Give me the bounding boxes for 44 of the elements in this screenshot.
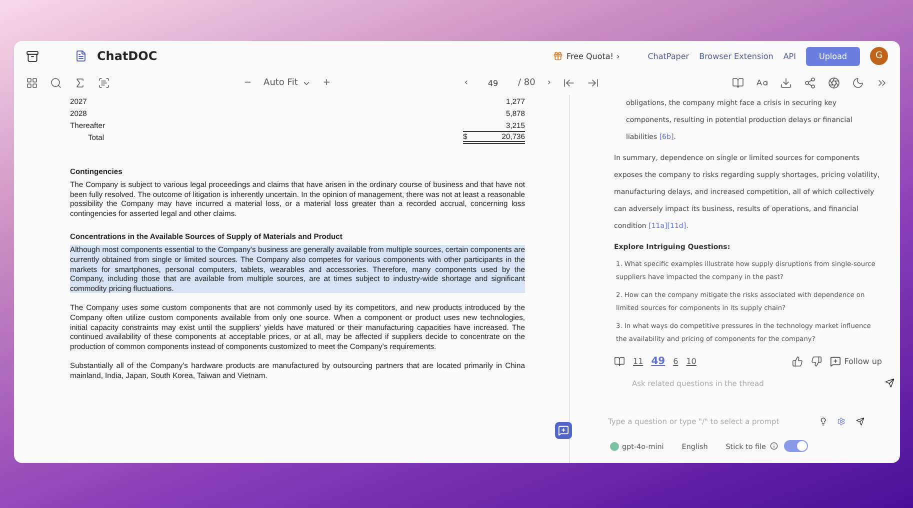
logo-icon — [75, 50, 87, 62]
book-icon[interactable] — [732, 77, 744, 89]
settings-icon[interactable] — [837, 416, 846, 426]
nav-link[interactable]: ChatPaper — [648, 52, 690, 60]
jump-end-icon[interactable] — [586, 77, 599, 89]
page-total: / 80 — [518, 78, 536, 88]
thumbs-down-icon[interactable] — [811, 356, 822, 367]
info-icon — [770, 442, 778, 450]
nav-link[interactable]: API — [783, 52, 796, 60]
pages-icon[interactable] — [614, 356, 625, 367]
page-reference-link[interactable]: 49 — [651, 353, 666, 370]
user-avatar[interactable]: G — [870, 47, 888, 65]
collapse-icon[interactable] — [876, 77, 888, 89]
archive-icon[interactable] — [26, 50, 39, 62]
chat-bubble-icon[interactable] — [555, 422, 572, 439]
gift-icon — [553, 51, 564, 61]
grid-icon[interactable] — [26, 77, 38, 89]
app-logo: ChatDOC — [97, 49, 158, 63]
formula-icon[interactable] — [74, 77, 86, 89]
scan-icon[interactable] — [98, 77, 110, 89]
jump-start-icon[interactable] — [562, 77, 575, 89]
follow-up-button[interactable]: Follow up — [830, 356, 882, 367]
free-quota-link[interactable]: Free Quota! › — [553, 51, 620, 61]
share-icon[interactable] — [804, 77, 816, 89]
page-reference-link[interactable]: 6 — [673, 353, 678, 370]
upload-button[interactable]: Upload — [806, 46, 860, 66]
download-icon[interactable] — [780, 77, 792, 89]
lightbulb-icon[interactable] — [818, 416, 828, 426]
zoom-in-button[interactable]: + — [322, 78, 330, 88]
stick-to-file-toggle[interactable] — [784, 440, 808, 452]
zoom-out-button[interactable]: − — [244, 78, 252, 88]
moon-icon[interactable] — [852, 77, 864, 89]
search-icon[interactable] — [50, 77, 62, 89]
zoom-select[interactable]: Auto Fit — [264, 78, 311, 88]
page-reference-link[interactable]: 11 — [633, 353, 644, 370]
thumbs-up-icon[interactable] — [792, 356, 804, 367]
next-page-button[interactable]: › — [547, 78, 551, 88]
nav-link[interactable]: Browser Extension — [699, 52, 774, 60]
send-icon[interactable] — [884, 378, 894, 388]
previous-page-button[interactable]: ‹ — [464, 78, 468, 88]
page-reference-link[interactable]: 10 — [686, 353, 696, 370]
send-icon[interactable] — [856, 416, 864, 426]
aperture-icon[interactable] — [828, 77, 840, 89]
page-number[interactable]: 49 — [480, 78, 506, 88]
